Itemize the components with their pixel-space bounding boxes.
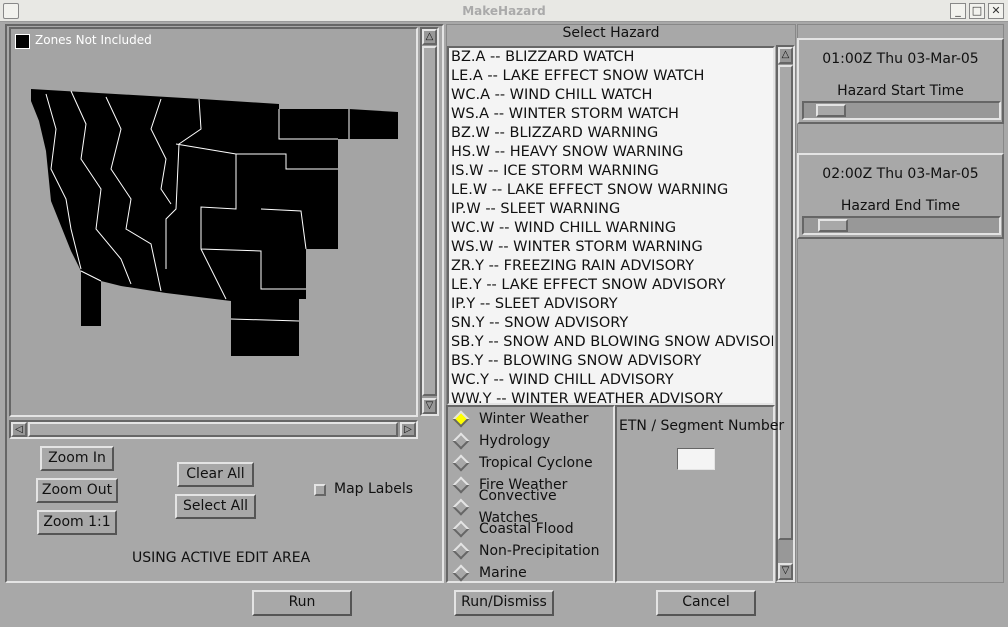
map-canvas[interactable]: Zones Not Included	[9, 27, 418, 417]
hazard-list-item[interactable]: IP.Y -- SLEET ADVISORY	[449, 295, 773, 314]
radio-diamond-icon[interactable]	[452, 454, 470, 472]
category-label: Tropical Cyclone	[479, 455, 593, 471]
category-radio[interactable]: Non-Precipitation	[448, 540, 613, 562]
category-radio[interactable]: Convective Watches	[448, 488, 613, 526]
radio-diamond-icon[interactable]	[452, 542, 470, 560]
hazard-list-item[interactable]: WC.Y -- WIND CHILL ADVISORY	[449, 371, 773, 390]
category-label: Winter Weather	[479, 411, 589, 427]
start-time-label: Hazard Start Time	[837, 83, 964, 99]
hazard-list-item[interactable]: IP.W -- SLEET WARNING	[449, 200, 773, 219]
category-radio[interactable]: Winter Weather	[448, 408, 613, 430]
start-time-value: 01:00Z Thu 03-Mar-05	[822, 51, 979, 67]
select-hazard-title: Select Hazard	[562, 25, 660, 41]
hazard-list-item[interactable]: SN.Y -- SNOW ADVISORY	[449, 314, 773, 333]
clear-all-button[interactable]: Clear All	[177, 462, 254, 487]
hazard-category-group: Winter Weather Hydrology Tropical Cyclone F…	[446, 405, 615, 583]
hazard-list-item[interactable]: LE.Y -- LAKE EFFECT SNOW ADVISORY	[449, 276, 773, 295]
hazard-list-item[interactable]: LE.W -- LAKE EFFECT SNOW WARNING	[449, 181, 773, 200]
radio-diamond-icon[interactable]	[452, 432, 470, 450]
end-time-label: Hazard End Time	[840, 198, 961, 214]
end-time-slider[interactable]	[802, 216, 1001, 235]
hazard-list-item[interactable]: WW.Y -- WINTER WEATHER ADVISORY	[449, 390, 773, 403]
hazard-list-scrollbar[interactable]: △ ▽	[776, 45, 795, 582]
start-time-slider-handle[interactable]	[816, 104, 846, 117]
map-vscroll-thumb[interactable]	[422, 46, 437, 396]
hazard-list-item[interactable]: WS.W -- WINTER STORM WARNING	[449, 238, 773, 257]
cancel-button[interactable]: Cancel	[656, 590, 756, 616]
zoom-1to1-button[interactable]: Zoom 1:1	[37, 510, 117, 535]
close-button[interactable]: ✕	[988, 3, 1004, 19]
start-time-group: 01:00Z Thu 03-Mar-05 Hazard Start Time	[797, 38, 1004, 124]
scroll-down-arrow-icon[interactable]: ▽	[422, 398, 437, 414]
etn-input[interactable]	[677, 448, 715, 470]
map-labels-label: Map Labels	[334, 481, 414, 497]
map-hscroll-thumb[interactable]	[28, 422, 398, 437]
etn-label: ETN / Segment Number	[619, 418, 785, 434]
start-time-slider[interactable]	[802, 101, 1001, 120]
zoom-in-button[interactable]: Zoom In	[40, 446, 114, 471]
end-time-group: 02:00Z Thu 03-Mar-05 Hazard End Time	[797, 153, 1004, 239]
run-button[interactable]: Run	[252, 590, 352, 616]
radio-diamond-icon[interactable]	[452, 498, 470, 516]
hazard-list[interactable]: BZ.A -- BLIZZARD WATCH LE.A -- LAKE EFFEC…	[447, 46, 775, 405]
hazard-list-item[interactable]: BZ.A -- BLIZZARD WATCH	[449, 48, 773, 67]
scroll-down-arrow-icon[interactable]: ▽	[778, 563, 793, 580]
hazard-list-item[interactable]: WS.A -- WINTER STORM WATCH	[449, 105, 773, 124]
hazard-list-item[interactable]: HS.W -- HEAVY SNOW WARNING	[449, 143, 773, 162]
window-title: MakeHazard	[462, 4, 546, 18]
hazard-list-item[interactable]: IS.W -- ICE STORM WARNING	[449, 162, 773, 181]
map-labels-checkbox[interactable]	[314, 484, 326, 496]
scroll-left-arrow-icon[interactable]: ◁	[11, 422, 27, 437]
hazard-list-thumb[interactable]	[778, 65, 793, 540]
category-label: Marine	[479, 565, 527, 581]
select-all-button[interactable]: Select All	[175, 494, 256, 519]
zone-map[interactable]	[11, 29, 416, 415]
end-time-value: 02:00Z Thu 03-Mar-05	[822, 166, 979, 182]
scroll-up-arrow-icon[interactable]: △	[422, 29, 437, 45]
minimize-button[interactable]: _	[950, 3, 966, 19]
run-dismiss-button[interactable]: Run/Dismiss	[454, 590, 554, 616]
hazard-list-item[interactable]: BS.Y -- BLOWING SNOW ADVISORY	[449, 352, 773, 371]
radio-diamond-icon[interactable]	[452, 476, 470, 494]
map-horizontal-scrollbar[interactable]: ◁ ▷	[9, 420, 418, 439]
radio-diamond-icon[interactable]	[452, 520, 470, 538]
hazard-list-item[interactable]: BZ.W -- BLIZZARD WARNING	[449, 124, 773, 143]
map-vertical-scrollbar[interactable]: △ ▽	[420, 27, 439, 416]
scroll-right-arrow-icon[interactable]: ▷	[400, 422, 416, 437]
category-radio[interactable]: Hydrology	[448, 430, 613, 452]
etn-panel: ETN / Segment Number	[615, 405, 784, 583]
zoom-out-button[interactable]: Zoom Out	[36, 478, 118, 503]
hazard-list-item[interactable]: WC.A -- WIND CHILL WATCH	[449, 86, 773, 105]
hazard-list-item[interactable]: LE.A -- LAKE EFFECT SNOW WATCH	[449, 67, 773, 86]
scroll-up-arrow-icon[interactable]: △	[778, 47, 793, 64]
end-time-slider-handle[interactable]	[818, 219, 848, 232]
category-label: Hydrology	[479, 433, 551, 449]
category-radio[interactable]: Tropical Cyclone	[448, 452, 613, 474]
radio-diamond-icon[interactable]	[452, 410, 470, 428]
category-label: Coastal Flood	[479, 521, 574, 537]
maximize-button[interactable]: □	[969, 3, 985, 19]
hazard-list-item[interactable]: SB.Y -- SNOW AND BLOWING SNOW ADVISORY	[449, 333, 773, 352]
category-label: Non-Precipitation	[479, 543, 600, 559]
hazard-list-item[interactable]: ZR.Y -- FREEZING RAIN ADVISORY	[449, 257, 773, 276]
title-bar: MakeHazard _ □ ✕	[0, 0, 1008, 22]
radio-diamond-icon[interactable]	[452, 564, 470, 582]
category-radio[interactable]: Marine	[448, 562, 613, 584]
edit-area-status: USING ACTIVE EDIT AREA	[132, 550, 311, 566]
hazard-list-item[interactable]: WC.W -- WIND CHILL WARNING	[449, 219, 773, 238]
